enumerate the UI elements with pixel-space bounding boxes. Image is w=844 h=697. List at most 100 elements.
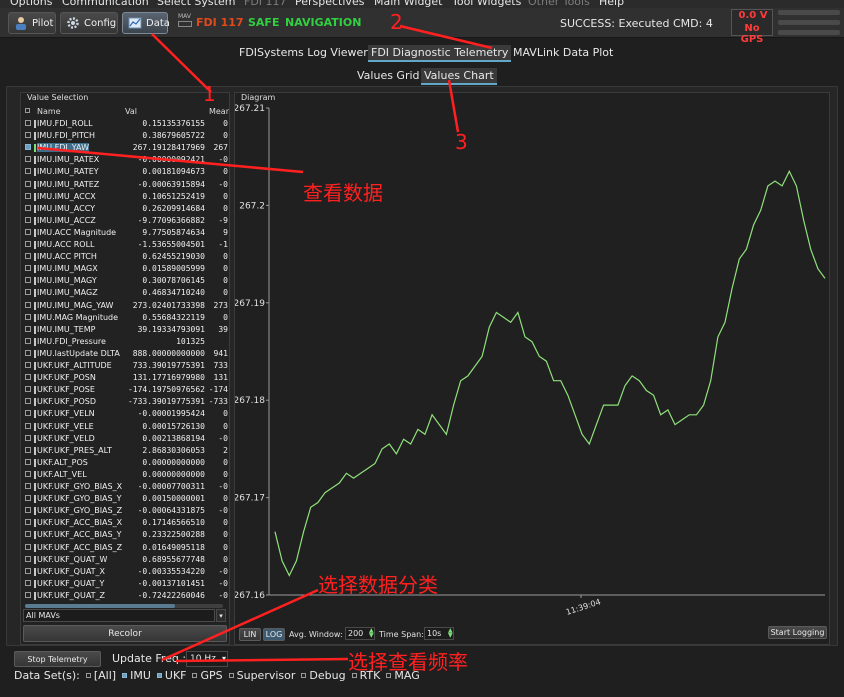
- data-button[interactable]: Data: [122, 12, 170, 34]
- value-row[interactable]: UKF.UKF_PRES_ALT 2.86830306053 2: [23, 445, 229, 457]
- row-checkbox[interactable]: [25, 325, 31, 332]
- menu-item[interactable]: Main Widget: [374, 0, 443, 8]
- menu-item[interactable]: Select System: [157, 0, 235, 8]
- value-row[interactable]: UKF.UKF_QUAT_Y -0.00137101451 -0: [23, 578, 229, 590]
- header-checkbox[interactable]: [25, 108, 30, 113]
- spinner-arrows-icon[interactable]: ▲ ▼: [448, 628, 453, 639]
- row-checkbox[interactable]: [25, 446, 31, 453]
- value-row[interactable]: UKF.UKF_GYO_BIAS_Z -0.00064331875 -0: [23, 505, 229, 517]
- row-checkbox[interactable]: [25, 228, 31, 235]
- value-row[interactable]: UKF.UKF_POSE -174.19750976562 -174: [23, 384, 229, 396]
- value-row[interactable]: IMU.IMU_ACCY 0.26209914684 0: [23, 203, 229, 215]
- tab-mavlink-plot[interactable]: MAVLink Data Plot: [510, 45, 616, 60]
- spinner-arrows-icon[interactable]: ▲ ▼: [369, 628, 374, 639]
- row-checkbox[interactable]: [25, 434, 31, 441]
- row-checkbox[interactable]: [25, 144, 31, 151]
- value-row[interactable]: UKF.UKF_VELE 0.00015726130 0: [23, 421, 229, 433]
- row-checkbox[interactable]: [25, 567, 31, 574]
- menu-item[interactable]: Other Tools: [528, 0, 590, 8]
- value-row[interactable]: UKF.UKF_POSN 131.17716979980 131: [23, 372, 229, 384]
- row-checkbox[interactable]: [25, 265, 31, 272]
- value-row[interactable]: IMU.IMU_MAGX 0.01589005999 0: [23, 263, 229, 275]
- row-checkbox[interactable]: [25, 543, 31, 550]
- row-checkbox[interactable]: [25, 349, 31, 356]
- value-row[interactable]: UKF.UKF_VELD 0.00213868194 -0: [23, 433, 229, 445]
- update-freq-select[interactable]: 10 Hz ▾: [186, 651, 228, 667]
- row-checkbox[interactable]: [25, 216, 31, 223]
- dataset-checkbox[interactable]: [228, 673, 234, 678]
- value-row[interactable]: IMU.IMU_ACCX 0.10651252419 0: [23, 191, 229, 203]
- tab-values-chart[interactable]: Values Chart: [421, 68, 497, 85]
- row-checkbox[interactable]: [25, 374, 31, 381]
- row-checkbox[interactable]: [25, 422, 31, 429]
- recolor-button[interactable]: Recolor: [23, 625, 227, 642]
- row-checkbox[interactable]: [25, 470, 31, 477]
- value-row[interactable]: UKF.ALT_VEL 0.00000000000 0: [23, 469, 229, 481]
- value-row[interactable]: IMU.ACC ROLL -1.53655004501 -1: [23, 239, 229, 251]
- value-row[interactable]: UKF.UKF_ACC_BIAS_Y 0.23322500288 0: [23, 529, 229, 541]
- dataset-checkbox[interactable]: [122, 673, 128, 678]
- value-row[interactable]: IMU.IMU_TEMP 39.19334793091 39: [23, 324, 229, 336]
- scrollbar-thumb[interactable]: [25, 604, 175, 608]
- row-checkbox[interactable]: [25, 301, 31, 308]
- tab-diagnostic-telemetry[interactable]: FDI Diagnostic Telemetry: [368, 45, 512, 62]
- dataset-option[interactable]: [All]: [85, 669, 116, 682]
- dataset-option[interactable]: Debug: [301, 669, 346, 682]
- value-row[interactable]: IMU.ACC PITCH 0.62455219030 0: [23, 251, 229, 263]
- column-name[interactable]: Name: [37, 107, 61, 116]
- stop-telemetry-button[interactable]: Stop Telemetry: [14, 651, 101, 667]
- value-row[interactable]: UKF.ALT_POS 0.00000000000 0: [23, 457, 229, 469]
- row-checkbox[interactable]: [25, 289, 31, 296]
- dataset-option[interactable]: UKF: [156, 669, 186, 682]
- value-row[interactable]: IMU.FDI_Pressure 101325: [23, 336, 229, 348]
- row-checkbox[interactable]: [25, 313, 31, 320]
- value-row[interactable]: UKF.UKF_ACC_BIAS_Z 0.01649095118 0: [23, 542, 229, 554]
- chevron-down-icon[interactable]: ▾: [222, 652, 226, 666]
- row-checkbox[interactable]: [25, 253, 31, 260]
- row-checkbox[interactable]: [25, 362, 31, 368]
- value-row[interactable]: UKF.UKF_POSD -733.39019775391 -733: [23, 396, 229, 408]
- row-checkbox[interactable]: [25, 241, 31, 247]
- tab-log-viewer[interactable]: FDISystems Log Viewer: [236, 45, 371, 60]
- value-row[interactable]: IMU.FDI_YAW 267.19128417969 267: [23, 142, 229, 154]
- menu-item[interactable]: Tool Widgets: [452, 0, 521, 8]
- row-checkbox[interactable]: [25, 495, 31, 502]
- row-checkbox[interactable]: [25, 591, 31, 598]
- row-checkbox[interactable]: [25, 579, 31, 586]
- pilot-button[interactable]: Pilot: [8, 12, 56, 34]
- value-row[interactable]: UKF.UKF_QUAT_Z -0.72422260046 -0: [23, 590, 229, 602]
- row-checkbox[interactable]: [25, 519, 31, 526]
- menu-item[interactable]: FDI 117: [244, 0, 287, 8]
- column-val[interactable]: Val: [125, 107, 137, 116]
- lin-scale-button[interactable]: LIN: [239, 628, 261, 641]
- value-row[interactable]: IMU.MAG Magnitude 0.55684322119 0: [23, 312, 229, 324]
- row-checkbox[interactable]: [25, 180, 31, 187]
- row-checkbox[interactable]: [25, 483, 31, 489]
- row-checkbox[interactable]: [25, 204, 31, 211]
- dataset-option[interactable]: IMU: [122, 669, 151, 682]
- config-button[interactable]: Config: [60, 12, 118, 34]
- value-row[interactable]: UKF.UKF_GYO_BIAS_X -0.00007700311 -0: [23, 481, 229, 493]
- chevron-down-icon[interactable]: ▾: [216, 609, 226, 622]
- mav-selector-icon[interactable]: [178, 21, 192, 27]
- horizontal-scrollbar[interactable]: [25, 604, 223, 608]
- row-checkbox[interactable]: [25, 410, 31, 417]
- menu-item[interactable]: Options: [10, 0, 52, 8]
- dataset-checkbox[interactable]: [85, 673, 91, 678]
- value-row[interactable]: IMU.IMU_RATEY 0.00181094673 0: [23, 166, 229, 178]
- row-checkbox[interactable]: [25, 458, 31, 465]
- value-row[interactable]: IMU.lastUpdate DLTA 888.00000000000 941: [23, 348, 229, 360]
- value-row[interactable]: UKF.UKF_QUAT_W 0.68955677748 0: [23, 554, 229, 566]
- value-row[interactable]: IMU.FDI_ROLL 0.15135376155 0: [23, 118, 229, 130]
- value-row[interactable]: IMU.IMU_RATEX -0.00000092421 -0: [23, 154, 229, 166]
- row-checkbox[interactable]: [25, 386, 31, 393]
- dataset-checkbox[interactable]: [192, 673, 198, 678]
- value-row[interactable]: UKF.UKF_QUAT_X -0.00335534220 -0: [23, 566, 229, 578]
- mav-select[interactable]: All MAVs: [23, 609, 215, 622]
- dataset-option[interactable]: Supervisor: [228, 669, 295, 682]
- value-row[interactable]: IMU.ACC Magnitude 9.77505874634 9: [23, 227, 229, 239]
- menu-item[interactable]: Perspectives: [295, 0, 364, 8]
- dataset-checkbox[interactable]: [301, 673, 307, 678]
- value-row[interactable]: UKF.UKF_ACC_BIAS_X 0.17146566510 0: [23, 517, 229, 529]
- row-checkbox[interactable]: [25, 555, 31, 562]
